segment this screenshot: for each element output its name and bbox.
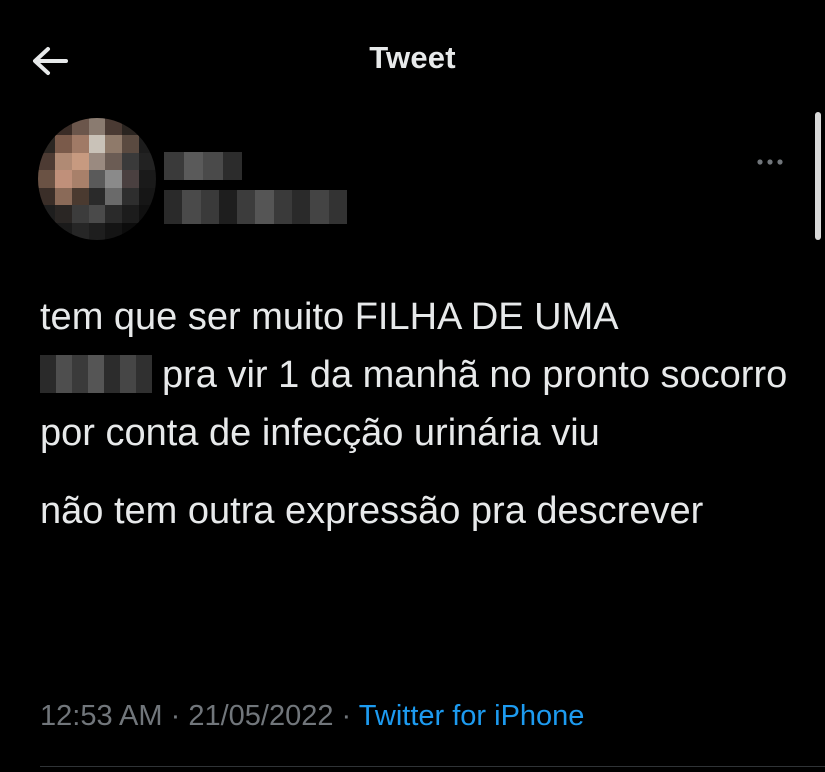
more-options-button[interactable] (752, 150, 788, 174)
scrollbar[interactable] (815, 112, 821, 240)
tweet-source-link[interactable]: Twitter for iPhone (359, 700, 585, 732)
tweet-text-line: tem que ser muito FILHA DE UMA (40, 296, 619, 338)
meta-separator: · (170, 700, 181, 732)
tweet-text: tem que ser muito FILHA DE UMA pra vir 1… (40, 288, 800, 540)
tweet-metadata: 12:53 AM · 21/05/2022 · Twitter for iPho… (40, 700, 584, 733)
top-bar: Tweet (0, 0, 825, 120)
tweet-time[interactable]: 12:53 AM (40, 700, 163, 732)
author-name-redacted[interactable] (164, 152, 242, 180)
tweet-paragraph: tem que ser muito FILHA DE UMA pra vir 1… (40, 288, 800, 462)
tweet-paragraph: não tem outra expressão pra descrever (40, 490, 704, 532)
meta-separator: · (341, 700, 352, 732)
divider (40, 766, 825, 767)
more-horizontal-icon (757, 159, 783, 165)
tweet-text-line: pra vir 1 da manhã no pronto socorro por… (40, 354, 788, 454)
avatar[interactable] (38, 118, 156, 240)
page-title: Tweet (369, 40, 456, 75)
author-handle-redacted (164, 190, 347, 224)
tweet-date[interactable]: 21/05/2022 (188, 700, 333, 732)
redacted-word (40, 355, 152, 393)
